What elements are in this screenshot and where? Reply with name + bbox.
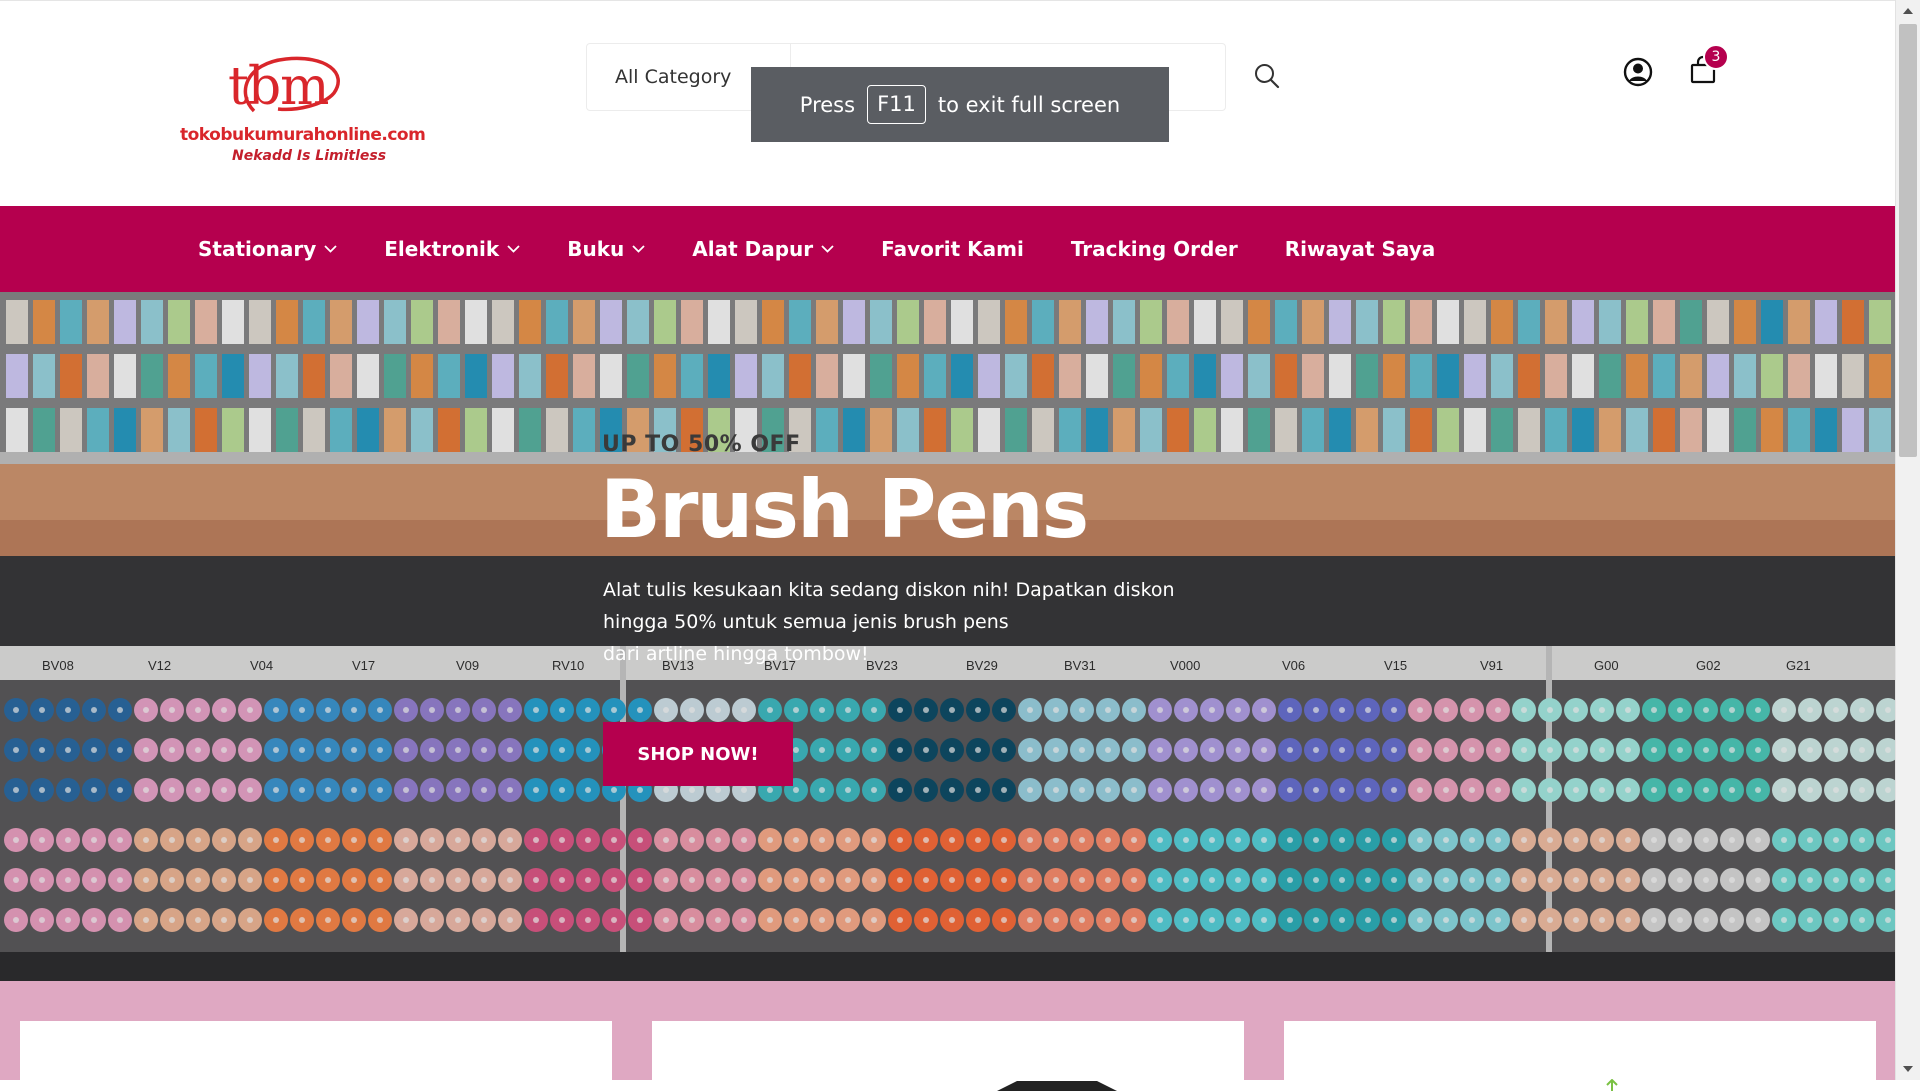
nav-item-label: Buku [567,237,625,261]
logo-tagline: Nekadd Is Limitless [232,148,387,164]
product-image-icon [997,1081,1117,1091]
nav-item-label: Stationary [198,237,317,261]
hero-description-line: hingga 50% untuk semua jenis brush pens [603,611,1009,633]
nav-item-stationary[interactable]: Stationary [198,237,337,261]
featured-cards-section [0,981,1895,1091]
nav-item-label: Tracking Order [1070,237,1238,261]
hero-banner: BV08V12V04V17V09RV10BV13BV17BV23BV29BV31… [0,292,1895,981]
category-select-value: All Category [615,66,732,88]
logo-text: tbm [228,57,329,117]
nav-item-label: Riwayat Saya [1284,237,1436,261]
fullscreen-notice-before: Press [799,92,856,117]
feature-card[interactable] [1284,1021,1876,1091]
nav-item-alat-dapur[interactable]: Alat Dapur [692,237,834,261]
nav-item-label: Alat Dapur [692,237,814,261]
nav-item-riwayat-saya[interactable]: Riwayat Saya [1285,237,1436,261]
logo-site-name: tokobukumurahonline.com [180,125,426,145]
chevron-down-icon [507,245,520,253]
nav-item-buku[interactable]: Buku [567,237,645,261]
nav-item-tracking-order[interactable]: Tracking Order [1071,237,1238,261]
chevron-down-icon [324,245,337,253]
cart-count-badge: 3 [1703,44,1729,70]
hero-description-line: Alat tulis kesukaan kita sedang diskon n… [603,579,1175,601]
site-logo[interactable]: tbm tokobukumurahonline.com Nekadd Is Li… [176,53,426,168]
nav-item-favorit-kami[interactable]: Favorit Kami [881,237,1024,261]
chevron-down-icon [821,245,834,253]
scroll-up-arrow-icon[interactable] [1903,8,1913,14]
chevron-down-icon [632,245,645,253]
feature-card[interactable] [20,1021,612,1091]
fullscreen-notice: Press F11 to exit full screen [751,67,1169,142]
scroll-down-arrow-icon[interactable] [1903,1066,1913,1072]
feature-card[interactable] [652,1021,1244,1091]
hero-description-line: dari artline hingga tombow! [603,643,869,665]
search-icon[interactable] [1252,61,1282,91]
product-image-icon [1606,1079,1618,1091]
scroll-thumb[interactable] [1899,24,1917,457]
nav-item-elektronik[interactable]: Elektronik [384,237,520,261]
hero-description: Alat tulis kesukaan kita sedang diskon n… [603,574,1183,670]
page-scrollbar[interactable] [1895,0,1920,1080]
hero-eyebrow: UP TO 50% OFF [602,432,801,457]
account-icon[interactable] [1623,57,1653,87]
hero-title: Brush Pens [600,463,1089,556]
nav-item-label: Elektronik [384,237,500,261]
nav-item-label: Favorit Kami [881,237,1024,261]
fullscreen-notice-key: F11 [867,85,926,124]
main-nav: Stationary Elektronik Buku Alat Dapur Fa… [0,206,1895,292]
shop-now-button[interactable]: SHOP NOW! [603,722,793,786]
fullscreen-notice-after: to exit full screen [937,92,1121,117]
